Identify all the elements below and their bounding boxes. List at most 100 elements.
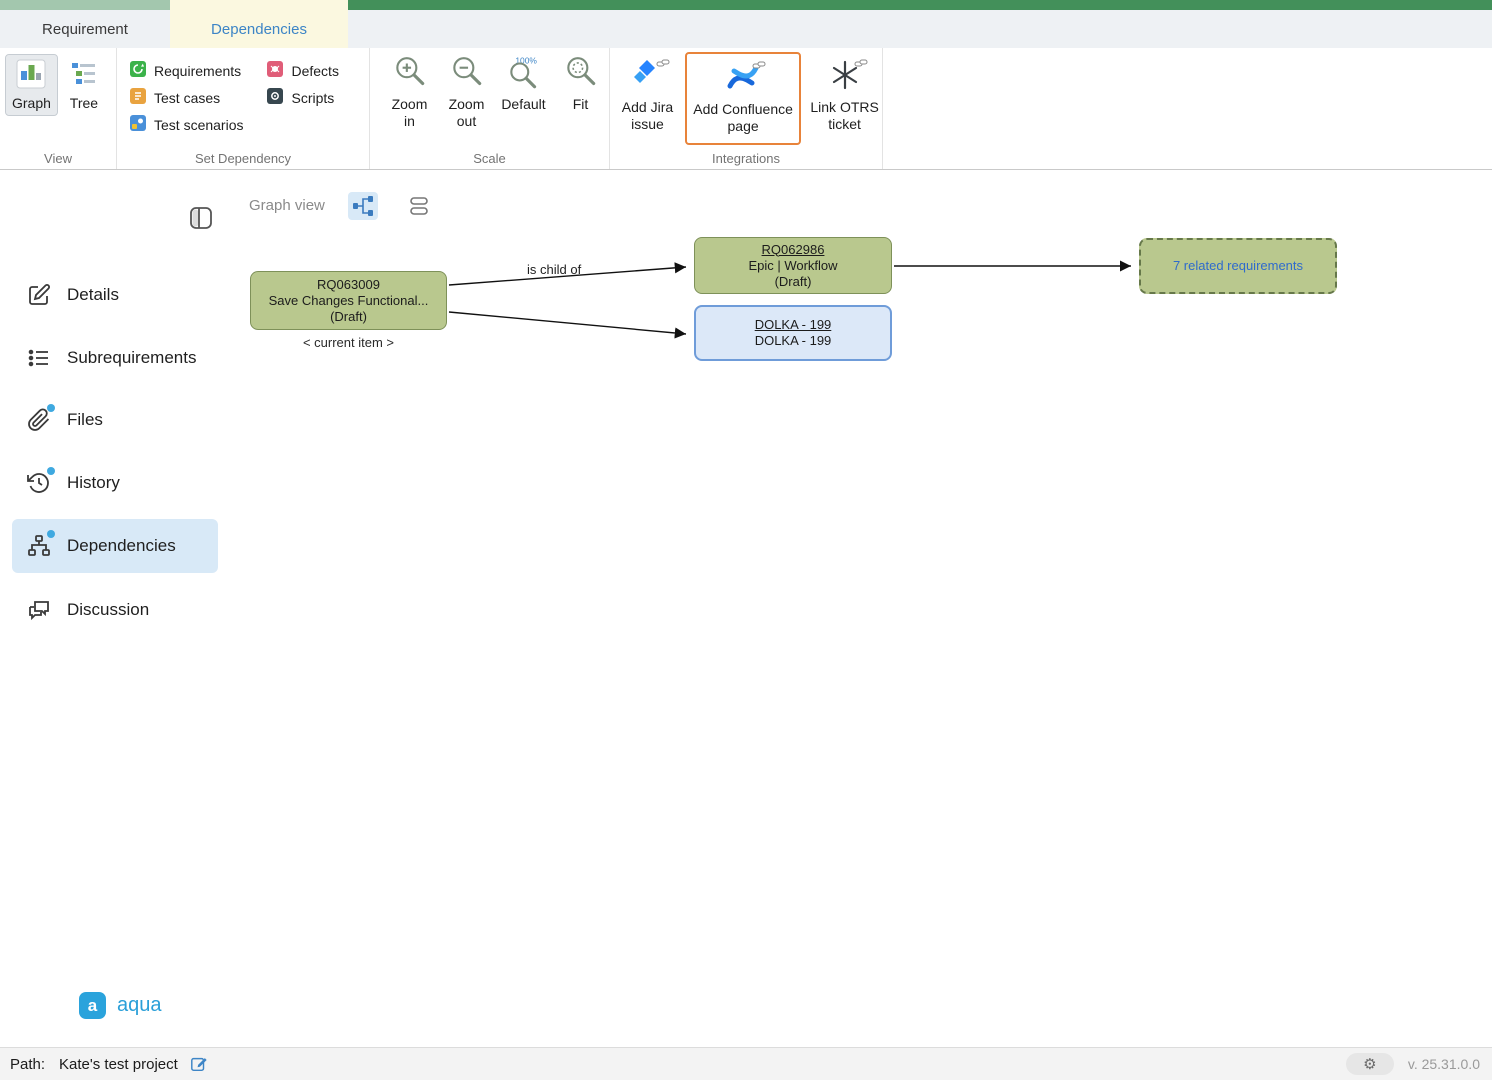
edit-icon bbox=[27, 283, 51, 307]
confluence-icon bbox=[726, 60, 760, 98]
zoom-default-button[interactable]: 100% Default bbox=[496, 54, 551, 130]
link-otrs-ticket-button[interactable]: Link OTRS ticket bbox=[807, 50, 882, 133]
node-id: RQ063009 bbox=[317, 277, 380, 293]
test-cases-label: Test cases bbox=[154, 90, 220, 106]
path-label: Path: bbox=[10, 1056, 45, 1073]
node-related-requirements[interactable]: 7 related requirements bbox=[1139, 238, 1337, 294]
ribbon: Graph Tree View bbox=[0, 48, 1492, 170]
ribbon-tabs: Requirement Dependencies bbox=[0, 10, 1492, 48]
sidebar-item-files[interactable]: Files bbox=[12, 400, 218, 440]
set-dependency-test-cases-button[interactable]: Test cases bbox=[130, 84, 243, 111]
group-label-view: View bbox=[0, 151, 116, 166]
zoom-out-icon bbox=[449, 54, 485, 96]
aqua-logo[interactable]: a aqua bbox=[79, 992, 162, 1019]
zoom-in-icon bbox=[392, 54, 428, 96]
tab-requirement[interactable]: Requirement bbox=[0, 10, 170, 48]
node-status: (Draft) bbox=[775, 274, 812, 290]
zoom-default-label: Default bbox=[501, 96, 545, 113]
list-icon bbox=[27, 346, 51, 370]
settings-button[interactable]: ⚙ bbox=[1346, 1053, 1394, 1075]
sidebar-item-dependencies[interactable]: Dependencies bbox=[12, 519, 218, 573]
dependencies-badge bbox=[47, 530, 55, 538]
set-dependency-defects-button[interactable]: Defects bbox=[267, 57, 338, 84]
add-jira-label-1: Add Jira bbox=[622, 99, 673, 116]
sidebar-item-subrequirements[interactable]: Subrequirements bbox=[12, 338, 218, 378]
tab-dependencies[interactable]: Dependencies bbox=[170, 10, 348, 48]
link-overlay-icon bbox=[752, 57, 767, 74]
dependencies-icon bbox=[27, 534, 51, 558]
graph-layout-toggle[interactable] bbox=[348, 192, 378, 220]
history-icon bbox=[27, 471, 51, 495]
zoom-default-icon: 100% bbox=[505, 54, 543, 96]
sidebar-item-label: Dependencies bbox=[67, 536, 176, 556]
edge-label-is-child-of: is child of bbox=[527, 262, 581, 277]
add-jira-issue-button[interactable]: Add Jira issue bbox=[616, 50, 679, 133]
test-cases-icon bbox=[130, 88, 146, 107]
sidebar-item-history[interactable]: History bbox=[12, 463, 218, 503]
node-title: Epic | Workflow bbox=[748, 258, 837, 274]
sidebar-item-label: Discussion bbox=[67, 600, 149, 620]
dependencies-graph-panel: Graph view Details bbox=[0, 170, 1492, 1047]
sidebar-item-label: Files bbox=[67, 410, 103, 430]
ribbon-group-view: Graph Tree View bbox=[0, 48, 117, 169]
current-item-marker: < current item > bbox=[250, 335, 447, 350]
node-status: (Draft) bbox=[330, 309, 367, 325]
version-label: v. 25.31.0.0 bbox=[1408, 1056, 1480, 1072]
node-id-link[interactable]: RQ062986 bbox=[762, 242, 825, 258]
tree-view-icon bbox=[69, 59, 99, 92]
graph-view-label: Graph bbox=[12, 95, 51, 111]
zoom-in-button[interactable]: Zoom in bbox=[382, 54, 437, 130]
group-label-set-dependency: Set Dependency bbox=[117, 151, 369, 166]
ribbon-group-scale: Zoom in Zoom out 100% bbox=[370, 48, 610, 169]
zoom-in-label-2: in bbox=[404, 113, 415, 130]
node-current-requirement[interactable]: RQ063009 Save Changes Functional... (Dra… bbox=[250, 271, 447, 330]
set-dependency-scripts-button[interactable]: Scripts bbox=[267, 84, 338, 111]
ribbon-empty-space bbox=[883, 48, 1492, 169]
top-accent-bar bbox=[0, 0, 1492, 10]
graph-view-mode-label: Graph view bbox=[249, 197, 325, 214]
node-title: DOLKA - 199 bbox=[755, 333, 832, 349]
sidebar-item-label: Details bbox=[67, 285, 119, 305]
zoom-fit-label: Fit bbox=[573, 96, 589, 113]
group-label-scale: Scale bbox=[370, 151, 609, 166]
sidebar-item-details[interactable]: Details bbox=[12, 275, 218, 315]
related-requirements-link[interactable]: 7 related requirements bbox=[1173, 258, 1303, 274]
collapse-sidebar-button[interactable] bbox=[189, 205, 213, 236]
add-confluence-label-1: Add Confluence bbox=[693, 101, 793, 118]
group-label-integrations: Integrations bbox=[610, 151, 882, 166]
add-confluence-label-2: page bbox=[728, 118, 759, 135]
tree-view-button[interactable]: Tree bbox=[63, 55, 105, 115]
sidebar-item-label: History bbox=[67, 473, 120, 493]
chat-icon bbox=[27, 598, 51, 622]
test-scenarios-label: Test scenarios bbox=[154, 117, 243, 133]
zoom-in-label-1: Zoom bbox=[392, 96, 428, 113]
node-id-link[interactable]: DOLKA - 199 bbox=[755, 317, 832, 333]
dependency-edges bbox=[0, 170, 1492, 1047]
requirements-icon bbox=[130, 61, 146, 80]
node-parent-requirement[interactable]: RQ062986 Epic | Workflow (Draft) bbox=[694, 237, 892, 294]
top-accent-dependencies bbox=[170, 0, 348, 10]
top-accent-rest bbox=[348, 0, 1492, 10]
zoom-fit-button[interactable]: Fit bbox=[553, 54, 608, 130]
zoom-out-button[interactable]: Zoom out bbox=[439, 54, 494, 130]
sidebar-item-discussion[interactable]: Discussion bbox=[12, 590, 218, 630]
tree-view-label: Tree bbox=[70, 95, 98, 111]
graph-view-button[interactable]: Graph bbox=[6, 55, 57, 115]
link-overlay-icon bbox=[854, 55, 869, 72]
edit-path-icon[interactable] bbox=[190, 1055, 208, 1073]
link-otrs-label-1: Link OTRS bbox=[810, 99, 878, 116]
jira-icon bbox=[630, 58, 664, 96]
aqua-logo-icon: a bbox=[79, 992, 106, 1019]
add-confluence-page-button[interactable]: Add Confluence page bbox=[685, 52, 801, 145]
node-jira-issue[interactable]: DOLKA - 199 DOLKA - 199 bbox=[694, 305, 892, 361]
set-dependency-test-scenarios-button[interactable]: Test scenarios bbox=[130, 111, 243, 138]
ribbon-group-set-dependency: Requirements Test cases Test bbox=[117, 48, 370, 169]
zoom-out-label-2: out bbox=[457, 113, 476, 130]
test-scenarios-icon bbox=[130, 115, 146, 134]
link-otrs-label-2: ticket bbox=[828, 116, 861, 133]
set-dependency-requirements-button[interactable]: Requirements bbox=[130, 57, 243, 84]
history-badge bbox=[47, 467, 55, 475]
aqua-logo-text: aqua bbox=[117, 994, 162, 1017]
list-layout-toggle[interactable] bbox=[404, 192, 434, 220]
link-overlay-icon bbox=[656, 55, 671, 72]
